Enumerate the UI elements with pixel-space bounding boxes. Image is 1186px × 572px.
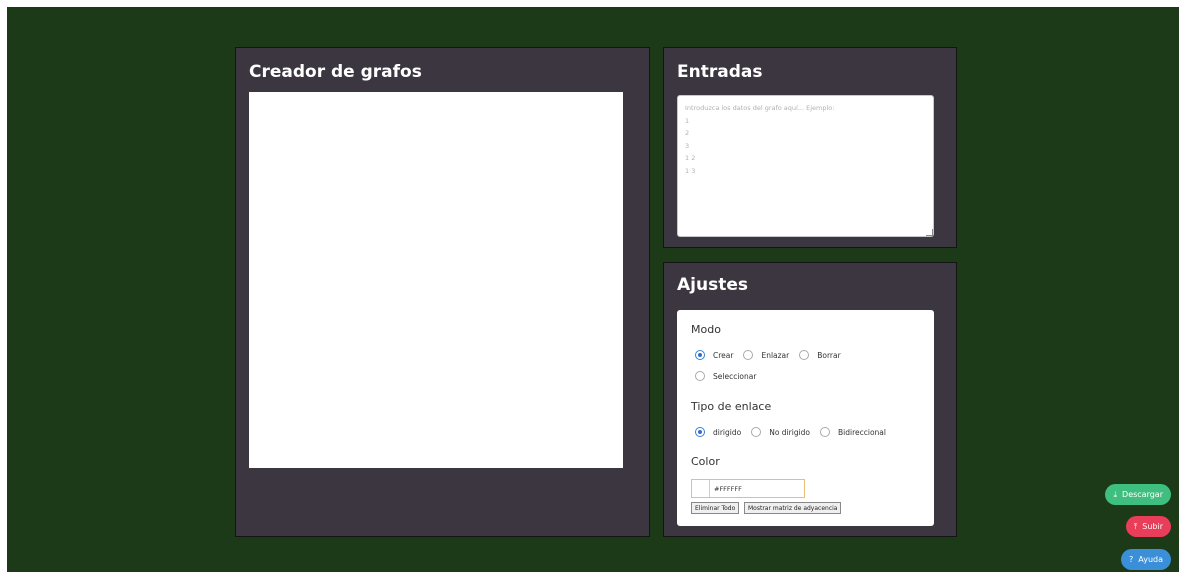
color-swatch[interactable] [692, 480, 710, 497]
mode-option-borrar[interactable]: Borrar [799, 350, 841, 360]
app-background: Creador de grafos Entradas Introduzca lo… [7, 7, 1179, 572]
help-button[interactable]: ? Ayuda [1121, 549, 1171, 570]
link-option-bidireccional[interactable]: Bidireccional [820, 427, 886, 437]
download-icon: ⤓ [1113, 489, 1118, 499]
question-icon: ? [1129, 555, 1134, 564]
resize-handle-icon[interactable] [926, 229, 933, 236]
mode-label: Modo [691, 323, 721, 336]
radio-checked-icon[interactable] [695, 350, 705, 360]
link-option-no-dirigido[interactable]: No dirigido [751, 427, 810, 437]
graph-creator-panel: Creador de grafos [235, 47, 650, 537]
radio-icon[interactable] [743, 350, 754, 360]
link-type-options: dirigido No dirigido Bidireccional [695, 427, 896, 437]
mode-options-row-2: Seleccionar [695, 371, 766, 381]
mode-option-seleccionar[interactable]: Seleccionar [695, 371, 756, 381]
color-picker[interactable]: #FFFFFF [691, 479, 805, 498]
radio-icon[interactable] [751, 427, 762, 437]
upload-button[interactable]: ⤒ Subir [1125, 516, 1171, 537]
download-button[interactable]: ⤓ Descargar [1105, 484, 1171, 505]
inputs-title: Entradas [677, 62, 763, 82]
radio-icon[interactable] [799, 350, 810, 360]
link-option-dirigido[interactable]: dirigido [695, 427, 741, 437]
graph-creator-title: Creador de grafos [249, 62, 422, 82]
link-type-label: Tipo de enlace [691, 400, 772, 413]
mode-options-row-1: Crear Enlazar Borrar [695, 350, 851, 360]
show-adjacency-matrix-button[interactable]: Mostrar matriz de adyacencia [744, 502, 842, 514]
inputs-panel: Entradas Introduzca los datos del grafo … [663, 47, 957, 248]
delete-all-button[interactable]: Eliminar Todo [691, 502, 740, 514]
color-hex-value[interactable]: #FFFFFF [714, 485, 742, 493]
upload-icon: ⤒ [1133, 521, 1138, 531]
radio-icon[interactable] [820, 427, 831, 437]
settings-panel: Ajustes Modo Crear Enlazar Borrar Selecc… [663, 262, 957, 537]
graph-canvas[interactable] [249, 92, 623, 468]
color-label: Color [691, 455, 720, 468]
mode-option-crear[interactable]: Crear [695, 350, 733, 360]
settings-title: Ajustes [677, 275, 748, 295]
graph-data-input[interactable]: Introduzca los datos del grafo aquí... E… [677, 95, 934, 237]
settings-form: Modo Crear Enlazar Borrar Seleccionar Ti… [677, 310, 934, 526]
radio-icon[interactable] [695, 371, 705, 381]
mode-option-enlazar[interactable]: Enlazar [743, 350, 789, 360]
radio-checked-icon[interactable] [695, 427, 705, 437]
